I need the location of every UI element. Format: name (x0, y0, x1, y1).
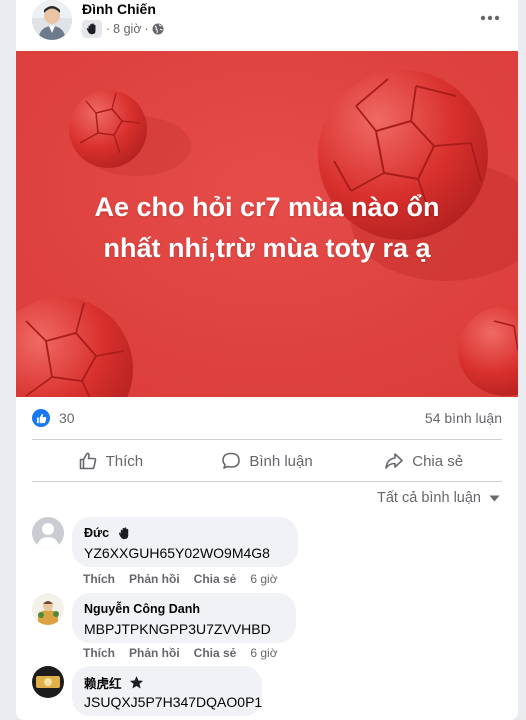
comment-text: YZ6XXGUH65Y02WO9M4G8 (84, 545, 270, 561)
meta-separator-2: · (144, 22, 149, 36)
comment-actions: Thích Phản hồi Chia sẻ 6 giờ (83, 646, 278, 660)
post-caption: Ae cho hỏi cr7 mùa nào ổn nhất nhỉ,trừ m… (16, 187, 518, 269)
comment-reply-link[interactable]: Phản hồi (129, 646, 180, 660)
commenter-name: Đức (84, 524, 286, 542)
wave-badge-icon (115, 525, 133, 541)
share-button[interactable]: Chia sẻ (345, 443, 502, 479)
comment-like-link[interactable]: Thích (83, 572, 115, 586)
comment-bubble: 赖虎红 JSUQXJ5P7H347DQAO0P1 (72, 666, 262, 716)
commenter-avatar[interactable] (32, 666, 64, 698)
commenter-name-text[interactable]: Nguyễn Công Danh (84, 602, 200, 616)
star-badge-icon (128, 674, 146, 690)
post-header: Đình Chiến · 8 giờ · (16, 0, 518, 50)
wave-badge-icon (82, 20, 102, 38)
divider (32, 481, 502, 482)
commenter-name: Nguyễn Công Danh (84, 600, 284, 618)
comment-time[interactable]: 6 giờ (250, 572, 277, 586)
post-meta: · 8 giờ · (82, 20, 164, 38)
comment-like-link[interactable]: Thích (83, 646, 115, 660)
comment-count[interactable]: 54 bình luận (425, 410, 502, 426)
like-label: Thích (105, 452, 144, 470)
more-options-button[interactable] (476, 6, 504, 30)
post-time[interactable]: 8 giờ (113, 22, 141, 36)
more-options-icon (480, 15, 500, 21)
comment-share-link[interactable]: Chia sẻ (194, 572, 237, 586)
commenter-avatar[interactable] (32, 517, 64, 549)
comment-bubble-icon (222, 452, 241, 469)
share-arrow-icon (385, 453, 404, 469)
post-stats: 30 54 bình luận (16, 397, 518, 439)
commenter-name-text[interactable]: Đức (84, 526, 109, 540)
comment-text: JSUQXJ5P7H347DQAO0P1 (84, 694, 263, 710)
caret-down-icon (489, 495, 500, 501)
divider (32, 439, 502, 440)
like-button[interactable]: Thích (32, 443, 189, 479)
commenter-name: 赖虎红 (84, 673, 250, 691)
comment-bubble: Nguyễn Công Danh MBPJTPKNGPP3U7ZVVHBD (72, 593, 296, 643)
reaction-count[interactable]: 30 (59, 410, 75, 426)
comment-share-link[interactable]: Chia sẻ (194, 646, 237, 660)
comment-button[interactable]: Bình luận (189, 443, 346, 479)
thumbs-up-icon (79, 452, 96, 470)
commenter-avatar[interactable] (32, 593, 64, 625)
share-label: Chia sẻ (412, 452, 464, 470)
like-reaction-icon[interactable] (32, 409, 50, 427)
comment-bubble: Đức YZ6XXGUH65Y02WO9M4G8 (72, 517, 298, 567)
comment-time[interactable]: 6 giờ (250, 646, 277, 660)
post-actions: Thích Bình luận Chia sẻ (32, 441, 502, 481)
comment-filter-dropdown[interactable]: Tất cả bình luận (377, 490, 500, 506)
caption-line-2: nhất nhỉ,trừ mùa toty ra ạ (103, 233, 431, 263)
caption-line-1: Ae cho hỏi cr7 mùa nào ổn (94, 192, 440, 222)
author-avatar[interactable] (32, 0, 72, 40)
meta-separator: · (106, 22, 111, 36)
comment-text: MBPJTPKNGPP3U7ZVVHBD (84, 621, 271, 637)
comment-reply-link[interactable]: Phản hồi (129, 572, 180, 586)
globe-icon (152, 23, 164, 35)
post-card: Đình Chiến · 8 giờ · Ae cho hỏi cr7 mùa … (16, 0, 518, 720)
comment-label: Bình luận (249, 452, 313, 470)
comment-filter-label: Tất cả bình luận (377, 490, 481, 506)
post-image[interactable]: Ae cho hỏi cr7 mùa nào ổn nhất nhỉ,trừ m… (16, 51, 518, 397)
commenter-name-text[interactable]: 赖虎红 (84, 673, 122, 692)
comment-actions: Thích Phản hồi Chia sẻ 6 giờ (83, 572, 278, 586)
author-name[interactable]: Đình Chiến (82, 1, 156, 17)
